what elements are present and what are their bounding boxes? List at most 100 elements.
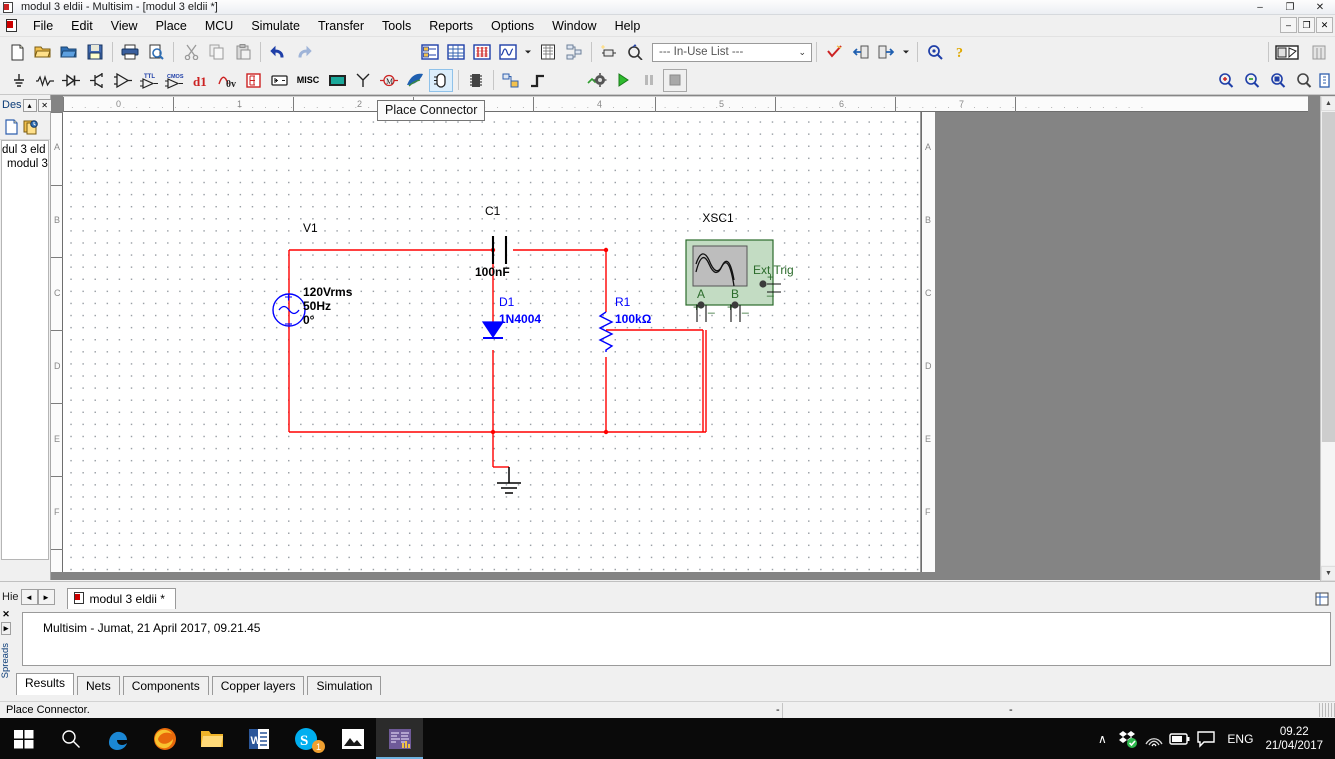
back-annotate-button[interactable]: [848, 41, 872, 64]
firefox-icon[interactable]: [141, 718, 188, 759]
child-restore-button[interactable]: ❐: [1298, 17, 1315, 33]
save-button[interactable]: [83, 41, 107, 64]
design-toolbox-toggle-button[interactable]: [418, 41, 442, 64]
menu-view[interactable]: View: [102, 17, 147, 35]
document-tab-modul-3-eldii[interactable]: modul 3 eldii *: [66, 588, 176, 609]
tray-chevron-up-icon[interactable]: ∧: [1089, 718, 1115, 759]
erc-check-button[interactable]: [822, 41, 846, 64]
place-analog-button[interactable]: [111, 69, 135, 92]
new-button[interactable]: [5, 41, 29, 64]
grapher-chevron-down-icon[interactable]: [522, 41, 534, 64]
word-icon[interactable]: W: [235, 718, 282, 759]
place-electromechanical-button[interactable]: M: [377, 69, 401, 92]
design-toolbox-close-button[interactable]: ✕: [37, 98, 52, 112]
tab-bar-options-icon[interactable]: [1315, 592, 1329, 606]
place-power-button[interactable]: [267, 69, 291, 92]
tab-prev-button[interactable]: ◄: [20, 589, 38, 605]
place-misc-digital-button[interactable]: d1: [189, 69, 213, 92]
circuit-diagram[interactable]: V1 120Vrms 50Hz 0° C1 100nF D1 1N4004 R1…: [63, 112, 921, 572]
dropbox-icon[interactable]: [1115, 718, 1141, 759]
schematic-sheet[interactable]: V1 120Vrms 50Hz 0° C1 100nF D1 1N4004 R1…: [63, 112, 921, 572]
print-button[interactable]: [118, 41, 142, 64]
multisim-icon[interactable]: [376, 718, 423, 759]
spreadsheet-expand-button[interactable]: ▸: [1, 622, 11, 635]
create-component-button[interactable]: [597, 41, 621, 64]
schematic-canvas[interactable]: 0 1 2 3 4 5 6 7 · · · · · · · · · · · · …: [51, 95, 1335, 581]
place-misc-button[interactable]: MISC: [293, 69, 323, 92]
menu-mcu[interactable]: MCU: [196, 17, 242, 35]
menu-options[interactable]: Options: [482, 17, 543, 35]
minimize-button[interactable]: –: [1245, 0, 1275, 15]
place-ni-components-button[interactable]: [403, 69, 427, 92]
place-source-button[interactable]: [7, 69, 31, 92]
toolbar-overflow-button[interactable]: [1308, 41, 1330, 64]
new-sheet-icon[interactable]: [4, 119, 19, 135]
tree-item-design[interactable]: dul 3 eld: [2, 143, 48, 157]
open-button[interactable]: [31, 41, 55, 64]
hierarchy-button[interactable]: [562, 41, 586, 64]
scroll-up-button[interactable]: ▲: [1321, 96, 1335, 111]
battery-icon[interactable]: [1167, 718, 1193, 759]
spreadsheet-view-toggle-button[interactable]: [444, 41, 468, 64]
place-basic-button[interactable]: [33, 69, 57, 92]
file-explorer-icon[interactable]: [188, 718, 235, 759]
canvas-vertical-scrollbar[interactable]: ▲ ▼: [1320, 96, 1335, 581]
place-rf-button[interactable]: [351, 69, 375, 92]
pause-button[interactable]: [637, 69, 661, 92]
menu-window[interactable]: Window: [543, 17, 605, 35]
capture-screen-area-button[interactable]: [1274, 41, 1306, 64]
forward-annotate-button[interactable]: [874, 41, 898, 64]
menu-edit[interactable]: Edit: [62, 17, 102, 35]
photos-icon[interactable]: [329, 718, 376, 759]
zoom-in-button[interactable]: [1214, 69, 1238, 92]
place-indicator-button[interactable]: [241, 69, 265, 92]
language-indicator[interactable]: ENG: [1219, 732, 1261, 746]
resize-grip[interactable]: [1319, 703, 1335, 717]
tab-next-button[interactable]: ►: [37, 589, 55, 605]
place-cmos-button[interactable]: CMOS: [163, 69, 187, 92]
place-ttl-button[interactable]: TTL: [137, 69, 161, 92]
zoom-area-button[interactable]: [1266, 69, 1290, 92]
copy-button[interactable]: [205, 41, 229, 64]
visibility-icon[interactable]: [23, 119, 39, 135]
zoom-fit-button[interactable]: [1292, 69, 1316, 92]
postprocessor-button[interactable]: [536, 41, 560, 64]
skype-icon[interactable]: S 1: [282, 718, 329, 759]
place-bus-button[interactable]: [525, 69, 549, 92]
interactive-simulation-button[interactable]: [585, 69, 609, 92]
place-diode-button[interactable]: [59, 69, 83, 92]
menu-reports[interactable]: Reports: [420, 17, 482, 35]
zoom-selection-button[interactable]: [1318, 69, 1332, 92]
edge-icon[interactable]: [94, 718, 141, 759]
spreadsheet-tab-components[interactable]: Components: [122, 676, 209, 695]
menu-transfer[interactable]: Transfer: [309, 17, 373, 35]
grapher-button[interactable]: [496, 41, 520, 64]
place-transistor-button[interactable]: [85, 69, 109, 92]
place-mixed-button[interactable]: 0v: [215, 69, 239, 92]
find-button[interactable]: [923, 41, 947, 64]
help-button[interactable]: ?: [949, 41, 973, 64]
design-toolbox-collapse-button[interactable]: ▴: [22, 98, 37, 112]
search-icon[interactable]: [47, 718, 94, 759]
place-mcu-button[interactable]: [464, 69, 488, 92]
spreadsheet-close-button[interactable]: ✕: [0, 609, 12, 620]
place-hierarchical-block-button[interactable]: [499, 69, 523, 92]
spreadsheet-tab-copper-layers[interactable]: Copper layers: [211, 676, 305, 695]
menu-file[interactable]: File: [24, 17, 62, 35]
start-button[interactable]: [0, 718, 47, 759]
edit-component-button[interactable]: [623, 41, 647, 64]
action-center-icon[interactable]: [1193, 718, 1219, 759]
child-close-button[interactable]: ✕: [1316, 17, 1333, 33]
design-toolbox-tree[interactable]: dul 3 eld modul 3: [1, 140, 49, 560]
child-minimize-button[interactable]: –: [1280, 17, 1297, 33]
place-advanced-peripherals-button[interactable]: [325, 69, 349, 92]
spreadsheet-tab-nets[interactable]: Nets: [77, 676, 120, 695]
annotate-chevron-down-icon[interactable]: [900, 41, 912, 64]
close-button[interactable]: ✕: [1305, 0, 1335, 15]
scroll-down-button[interactable]: ▼: [1321, 566, 1335, 581]
open-design-button[interactable]: [57, 41, 81, 64]
spreadsheet-tab-simulation[interactable]: Simulation: [307, 676, 382, 695]
menu-help[interactable]: Help: [606, 17, 650, 35]
scroll-thumb[interactable]: [1322, 112, 1335, 442]
tree-item-sheet[interactable]: modul 3: [2, 157, 48, 171]
